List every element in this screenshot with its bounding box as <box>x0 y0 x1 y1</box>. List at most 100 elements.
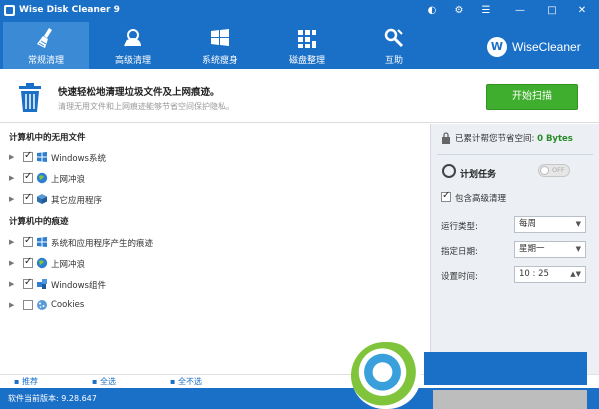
item-checkbox[interactable] <box>23 235 33 247</box>
item-label: 上网冲浪 <box>51 175 86 185</box>
lock-icon <box>442 132 450 144</box>
expand-arrow-icon[interactable]: ▶ <box>9 174 14 182</box>
expand-arrow-icon[interactable]: ▶ <box>9 195 14 203</box>
select-none-label: 全不选 <box>177 377 202 386</box>
list-item[interactable]: ▶ 上网冲浪 <box>0 170 429 188</box>
banner-title: 快速轻松地清理垃圾文件及上网痕迹。 <box>58 87 220 98</box>
list-item[interactable]: ▶ 系统和应用程序产生的痕迹 <box>0 234 429 252</box>
tab-label: 常规清理 <box>27 56 64 66</box>
time-value: 10 : 25 <box>519 269 549 279</box>
tab-label: 系统瘦身 <box>201 56 238 66</box>
expand-arrow-icon[interactable]: ▶ <box>9 301 14 309</box>
cookie-icon <box>37 300 47 310</box>
item-label: Cookies <box>51 300 85 310</box>
time-spinner[interactable]: 10 : 25 ▲▼ <box>514 266 586 283</box>
chevron-down-icon: ▼ <box>575 245 581 253</box>
app-icon <box>4 5 15 16</box>
schedule-toggle[interactable]: OFF <box>538 164 570 177</box>
select-all-label: 全选 <box>99 377 116 386</box>
version-text: 软件当前版本: 9.28.647 <box>8 394 97 403</box>
advanced-clean-icon <box>124 29 141 47</box>
app-box-icon <box>37 194 47 204</box>
item-label: 系统和应用程序产生的痕迹 <box>51 239 154 249</box>
select-all-link[interactable]: ▪ 全选 <box>92 376 116 387</box>
run-type-label: 运行类型: <box>441 222 478 232</box>
run-type-value: 每周 <box>519 219 537 229</box>
include-advanced-checkbox[interactable] <box>441 190 451 202</box>
watermark-logo <box>351 342 421 409</box>
saved-space-value: 0 Bytes <box>537 134 573 144</box>
list-item[interactable]: ▶ Windows系统 <box>0 149 429 167</box>
item-checkbox[interactable] <box>23 256 33 268</box>
puzzle-icon <box>37 279 47 289</box>
item-label: Windows系统 <box>51 154 106 164</box>
item-checkbox[interactable] <box>23 192 33 204</box>
date-label: 指定日期: <box>441 247 478 257</box>
run-type-select[interactable]: 每周 ▼ <box>514 216 586 233</box>
item-checkbox[interactable] <box>23 150 33 162</box>
title-bar: Wise Disk Cleaner 9 ◐ ⚙ ☰ — □ ✕ <box>0 0 599 22</box>
item-checkbox[interactable] <box>23 277 33 289</box>
saved-space-text: 已累计帮您节省空间: 0 Bytes <box>455 132 573 144</box>
windows-icon <box>211 29 229 46</box>
watermark-banner-sub <box>433 390 587 409</box>
globe-icon <box>36 172 48 184</box>
chevron-down-icon: ▼ <box>575 220 581 228</box>
recommend-label: 推荐 <box>21 377 38 386</box>
expand-arrow-icon[interactable]: ▶ <box>9 280 14 288</box>
saved-space-label: 已累计帮您节省空间: <box>455 134 538 144</box>
date-value: 星期一 <box>519 244 545 254</box>
clean-list-panel: 计算机中的无用文件 ▶ Windows系统 ▶ 上网冲浪 ▶ 其它应用程序 计算… <box>0 124 429 374</box>
windows-icon <box>37 237 47 247</box>
list-item[interactable]: ▶ 上网冲浪 <box>0 255 429 273</box>
clock-icon <box>442 164 456 178</box>
spinner-arrows-icon[interactable]: ▲▼ <box>570 267 581 282</box>
expand-arrow-icon[interactable]: ▶ <box>9 238 14 246</box>
tab-defrag[interactable]: 磁盘整理 <box>264 22 350 69</box>
start-scan-button[interactable]: 开始扫描 <box>486 84 578 110</box>
item-checkbox[interactable] <box>23 300 33 310</box>
minimize-button[interactable]: — <box>510 2 530 19</box>
options-panel: 已累计帮您节省空间: 0 Bytes 计划任务 OFF 包含高级清理 运行类型:… <box>430 124 599 374</box>
schedule-title: 计划任务 <box>460 170 497 180</box>
tab-common-clean[interactable]: 常规清理 <box>3 22 89 69</box>
date-select[interactable]: 星期一 ▼ <box>514 241 586 258</box>
section-title: 计算机中的痕迹 <box>9 217 69 227</box>
tab-help[interactable]: 互助 <box>351 22 437 69</box>
list-item[interactable]: ▶ 其它应用程序 <box>0 191 429 209</box>
tab-label: 互助 <box>384 56 403 66</box>
broom-icon <box>37 28 52 48</box>
defrag-icon <box>298 30 316 48</box>
time-label: 设置时间: <box>441 272 478 282</box>
tab-advanced-clean[interactable]: 高级清理 <box>90 22 176 69</box>
skin-icon[interactable]: ◐ <box>422 2 442 19</box>
tab-system-slim[interactable]: 系统瘦身 <box>177 22 263 69</box>
brand-logo: W <box>487 37 507 57</box>
banner-subtitle: 清理无用文件和上网痕迹能够节省空间保护隐私。 <box>58 102 234 111</box>
brand-name: WiseCleaner <box>512 40 581 54</box>
item-checkbox[interactable] <box>23 171 33 183</box>
tab-label: 高级清理 <box>114 56 151 66</box>
close-button[interactable]: ✕ <box>572 2 592 19</box>
header-bar: Wise Disk Cleaner 9 ◐ ⚙ ☰ — □ ✕ 常规清理 高级清… <box>0 0 599 69</box>
expand-arrow-icon[interactable]: ▶ <box>9 153 14 161</box>
windows-icon <box>37 152 47 162</box>
toggle-state: OFF <box>552 166 565 174</box>
section-title: 计算机中的无用文件 <box>9 133 86 143</box>
settings-icon[interactable]: ⚙ <box>449 2 469 19</box>
tab-label: 磁盘整理 <box>288 56 325 66</box>
include-advanced-label: 包含高级清理 <box>455 194 507 204</box>
maximize-button[interactable]: □ <box>542 2 562 19</box>
watermark-banner <box>424 352 587 385</box>
item-label: 其它应用程序 <box>51 196 103 206</box>
expand-arrow-icon[interactable]: ▶ <box>9 259 14 267</box>
globe-icon <box>36 257 48 269</box>
select-none-link[interactable]: ▪ 全不选 <box>170 376 202 387</box>
app-title: Wise Disk Cleaner 9 <box>19 5 120 15</box>
menu-icon[interactable]: ☰ <box>476 2 496 19</box>
trash-icon <box>19 83 41 112</box>
item-label: Windows组件 <box>51 281 106 291</box>
list-item[interactable]: ▶ Windows组件 <box>0 276 429 294</box>
recommend-link[interactable]: ▪ 推荐 <box>14 376 38 387</box>
list-item[interactable]: ▶ Cookies <box>0 297 429 315</box>
